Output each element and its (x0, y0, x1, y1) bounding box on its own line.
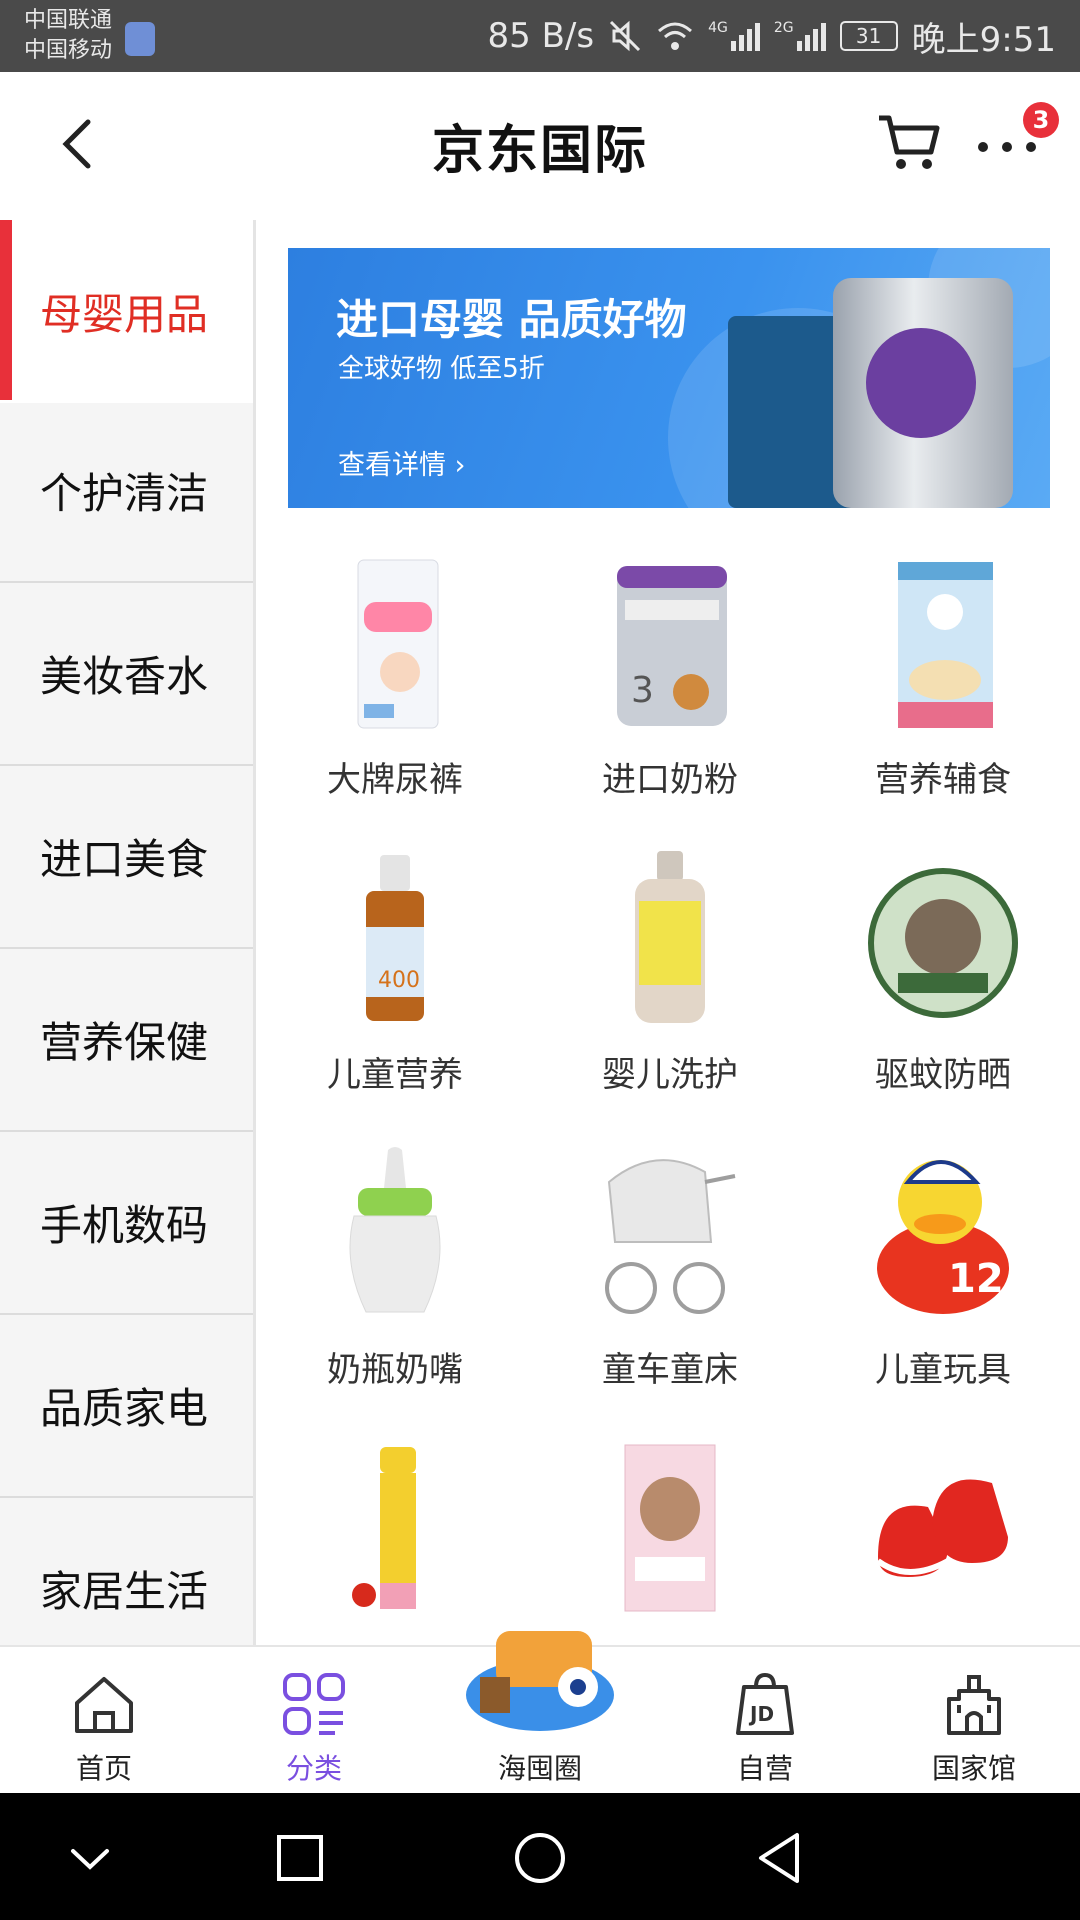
shield-icon (125, 22, 155, 56)
sidebar-item-appliances[interactable]: 品质家电 (0, 1315, 253, 1498)
product-tile[interactable]: 婴儿洗护 (533, 847, 807, 1143)
header: 京东国际 3 (0, 72, 1080, 220)
nav-country-pavilion[interactable]: 国家馆 (884, 1647, 1064, 1795)
battery-icon: 31 (839, 21, 898, 51)
product-label: 婴儿洗护 (602, 1055, 738, 1095)
banner-subline: 全球好物 低至5折 (338, 354, 545, 384)
festival-promo-icon (466, 1631, 614, 1731)
sidebar-item-health[interactable]: 营养保健 (0, 949, 253, 1132)
product-label: 大牌尿裤 (327, 760, 463, 800)
notification-badge: 3 (1023, 102, 1059, 138)
jd-bag-icon: JD (736, 1672, 794, 1735)
nav-category[interactable]: 分类 (224, 1647, 404, 1795)
nav-home[interactable]: 首页 (14, 1647, 194, 1795)
signal-4g-icon: 4G (708, 21, 760, 51)
vitamin-drops-icon: 400 (366, 855, 424, 1021)
carrier-names: 中国联通 中国移动 (24, 6, 112, 66)
carrier-2: 中国移动 (24, 38, 113, 63)
recent-apps-icon[interactable] (265, 1823, 335, 1893)
nav-self-operated[interactable]: JD 自营 (675, 1647, 855, 1795)
sidebar-item-label: 营养保健 (40, 1018, 209, 1067)
product-tile[interactable]: 营养辅食 (806, 552, 1080, 848)
net-speed: 85 B/s (487, 16, 595, 56)
pram-icon (605, 1159, 736, 1314)
hide-keyboard-icon[interactable] (55, 1823, 125, 1893)
rubber-duck-icon: 12 (877, 1160, 1009, 1314)
tea-box-icon (624, 1444, 716, 1612)
sidebar-item-label: 家居生活 (40, 1567, 209, 1616)
home-circle-icon[interactable] (505, 1823, 575, 1893)
product-tile[interactable]: 驱蚊防晒 (806, 847, 1080, 1143)
nav-label: 自营 (736, 1752, 793, 1785)
sidebar-item-label: 手机数码 (40, 1201, 209, 1250)
product-label: 儿童玩具 (875, 1350, 1011, 1390)
nav-label: 国家馆 (931, 1752, 1016, 1785)
banner-cta[interactable]: 查看详情 › (338, 443, 465, 482)
product-label: 驱蚊防晒 (875, 1055, 1011, 1095)
sidebar-item-label: 品质家电 (40, 1384, 209, 1433)
carrier-1: 中国联通 (24, 8, 113, 33)
product-tile[interactable]: 400 儿童营养 (258, 847, 532, 1143)
product-tile[interactable]: 奶瓶奶嘴 (258, 1142, 532, 1438)
svg-text:12: 12 (948, 1256, 1004, 1302)
product-tile[interactable]: 12 儿童玩具 (806, 1142, 1080, 1438)
cereal-can-icon (898, 562, 993, 728)
lip-balm-icon (352, 1447, 416, 1609)
mute-icon (610, 20, 641, 52)
time: 晚上9:51 (911, 19, 1056, 60)
svg-text:400: 400 (378, 968, 420, 993)
cart-icon[interactable] (875, 108, 945, 178)
product-label: 儿童营养 (327, 1055, 463, 1095)
product-tile[interactable]: 童车童床 (533, 1142, 807, 1438)
banner-headline: 进口母婴 品质好物 (336, 295, 687, 344)
signal-2g-icon: 2G (774, 21, 826, 51)
bottom-navigation: 首页 分类 海囤圈 JD 自营 国家馆 (0, 1631, 1080, 1795)
status-bar: 中国联通 中国移动 85 B/s 4G 2G 31 晚上9:51 (0, 0, 1080, 72)
product-label: 童车童床 (602, 1350, 738, 1390)
castle-icon (947, 1675, 1001, 1735)
status-right: 85 B/s 4G 2G 31 晚上9:51 (488, 12, 1056, 60)
sidebar-item-label: 进口美食 (40, 835, 209, 884)
category-sidebar: 母婴用品 个护清洁 美妆香水 进口美食 营养保健 手机数码 品质家电 家居生活 (0, 220, 256, 1645)
sidebar-item-digital[interactable]: 手机数码 (0, 1132, 253, 1315)
category-icon (283, 1673, 345, 1735)
system-navigation-bar (0, 1793, 1080, 1920)
shampoo-bottle-icon (635, 851, 705, 1023)
sidebar-item-label: 母婴用品 (40, 290, 209, 339)
baby-shoes-icon (876, 1479, 1008, 1577)
product-tile[interactable] (806, 1437, 1080, 1617)
ointment-tin-icon (868, 868, 1018, 1018)
home-icon (75, 1677, 133, 1733)
sidebar-item-home-living[interactable]: 家居生活 (0, 1498, 253, 1645)
product-tile[interactable]: 3 进口奶粉 (533, 552, 807, 848)
nav-haitun[interactable]: 海囤圈 (450, 1631, 630, 1795)
nav-label: 首页 (75, 1752, 132, 1785)
product-label: 进口奶粉 (602, 760, 738, 800)
baby-bottle-icon (349, 1147, 441, 1313)
nav-label: 分类 (285, 1752, 342, 1785)
svg-text:3: 3 (631, 670, 654, 711)
product-tile[interactable] (533, 1437, 807, 1617)
nav-label: 海囤圈 (497, 1752, 582, 1785)
sidebar-item-label: 美妆香水 (40, 652, 209, 701)
sidebar-item-personal-care[interactable]: 个护清洁 (0, 400, 253, 583)
sidebar-item-beauty[interactable]: 美妆香水 (0, 583, 253, 766)
product-tile[interactable]: 大牌尿裤 (258, 552, 532, 848)
back-triangle-icon[interactable] (745, 1823, 815, 1893)
milk-powder-can-icon: 3 (617, 566, 727, 726)
sidebar-item-label: 个护清洁 (40, 469, 209, 518)
wifi-icon (658, 22, 693, 50)
product-label: 营养辅食 (875, 760, 1011, 800)
sidebar-item-imported-food[interactable]: 进口美食 (0, 766, 253, 949)
milk-can-logo (866, 328, 976, 438)
product-tile[interactable] (258, 1437, 532, 1617)
sidebar-item-maternal-baby[interactable]: 母婴用品 (0, 220, 253, 403)
product-label: 奶瓶奶嘴 (327, 1350, 463, 1390)
diaper-pack-icon (357, 559, 439, 729)
promo-banner[interactable]: 进口母婴 品质好物 全球好物 低至5折 查看详情 › (288, 248, 1050, 508)
svg-text:JD: JD (748, 1702, 774, 1726)
